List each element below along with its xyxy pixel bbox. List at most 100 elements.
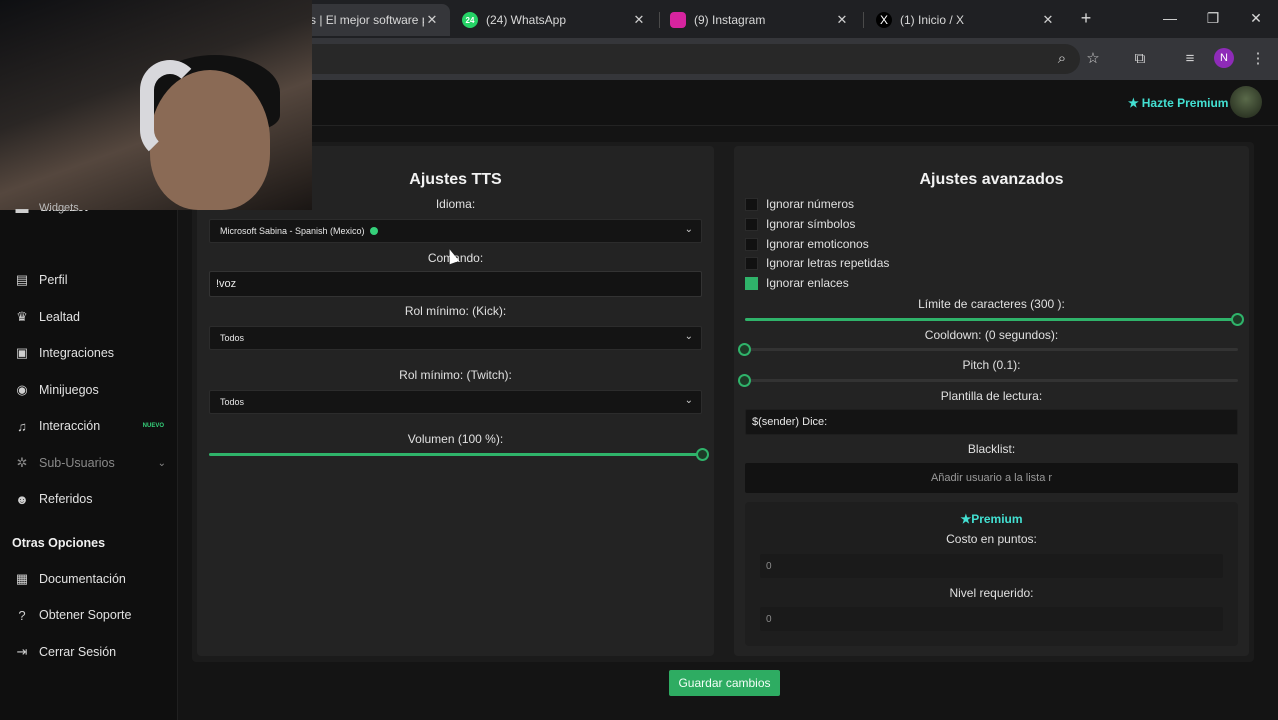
nivel-input[interactable]: 0 — [760, 607, 1223, 631]
sidebar-item-minijuegos[interactable]: ◉ Minijuegos — [0, 377, 178, 403]
sidebar-item-label: Cerrar Sesión — [39, 645, 117, 659]
sidebar-item-label: Widgets — [39, 202, 79, 214]
tab-title: s | El mejor software p — [310, 13, 424, 27]
costo-input[interactable]: 0 — [760, 554, 1223, 578]
rol-twitch-label: Rol mínimo: (Twitch): — [399, 368, 512, 382]
chevron-down-icon: ⌄ — [684, 224, 693, 235]
idioma-select[interactable]: Microsoft Sabina - Spanish (Mexico) ⌄ — [209, 219, 702, 243]
screen: s | El mejor software p ✕ 24 (24) WhatsA… — [0, 0, 1278, 720]
sidebar-item-soporte[interactable]: ? Obtener Soporte — [0, 602, 178, 628]
sidebar-item-referidos[interactable]: ☻ Referidos — [0, 486, 178, 512]
plantilla-input[interactable]: $(sender) Dice: — [745, 409, 1238, 435]
close-icon[interactable]: ✕ — [1040, 12, 1056, 28]
sidebar-item-label: Minijuegos — [39, 383, 99, 397]
sidebar-item-interaccion[interactable]: ♫ Interacción NUEVO — [0, 413, 178, 439]
slider-handle[interactable] — [696, 448, 709, 461]
user-avatar[interactable] — [1230, 86, 1262, 118]
rol-twitch-select[interactable]: Todos ⌄ — [209, 390, 702, 414]
ignorar-letras-checkbox[interactable]: Ignorar letras repetidas — [745, 256, 889, 270]
cooldown-slider[interactable] — [738, 343, 1238, 356]
headphones-icon — [140, 60, 200, 160]
new-badge: NUEVO — [142, 423, 164, 429]
id-card-icon: ▤ — [15, 272, 29, 287]
ignorar-enlaces-checkbox[interactable]: Ignorar enlaces — [745, 276, 849, 290]
checkbox-box-checked[interactable] — [745, 276, 758, 290]
plantilla-label: Plantilla de lectura: — [940, 389, 1043, 403]
checkbox-box[interactable] — [745, 217, 758, 231]
tab-whatsapp[interactable]: 24 (24) WhatsApp ✕ — [452, 4, 657, 36]
sidebar-item-integraciones[interactable]: ▣ Integraciones — [0, 340, 178, 366]
volumen-label: Volumen (100 %): — [407, 432, 504, 446]
profile-avatar[interactable]: N — [1214, 48, 1234, 68]
document-icon: ▦ — [15, 571, 29, 586]
menu-dots-icon[interactable]: ⋮ — [1247, 48, 1269, 70]
close-window-button[interactable]: ✕ — [1246, 8, 1266, 28]
limite-label: Límite de caracteres (300 ): — [918, 297, 1065, 311]
ignorar-simbolos-checkbox[interactable]: Ignorar símbolos — [745, 217, 855, 231]
media-control-icon[interactable]: ≡ — [1179, 48, 1201, 70]
widget-icon: ▬ — [15, 200, 29, 216]
volumen-slider[interactable] — [209, 448, 709, 461]
sidebar-item-perfil[interactable]: ▤ Perfil — [0, 267, 178, 293]
checkbox-box[interactable] — [745, 197, 758, 211]
checkbox-label: Ignorar emoticonos — [766, 237, 869, 251]
gamepad-icon: ◉ — [16, 382, 28, 397]
costo-label: Costo en puntos: — [946, 532, 1037, 546]
sidebar-item-label: Perfil — [39, 273, 68, 287]
restore-button[interactable]: ❐ — [1203, 8, 1223, 28]
bookmark-star-icon[interactable]: ☆ — [1082, 48, 1104, 70]
blacklist-input[interactable]: Añadir usuario a la lista r — [745, 463, 1238, 493]
extensions-icon[interactable]: ⧉ — [1129, 48, 1151, 70]
new-tab-button[interactable]: + — [1076, 8, 1096, 28]
slider-fill — [745, 318, 1238, 321]
blacklist-label: Blacklist: — [967, 442, 1016, 456]
checkbox-label: Ignorar números — [766, 197, 855, 211]
slider-handle[interactable] — [738, 343, 751, 356]
checkbox-box[interactable] — [745, 256, 758, 270]
minimize-button[interactable]: — — [1160, 8, 1180, 28]
status-dot-icon — [369, 227, 378, 235]
checkbox-label: Ignorar letras repetidas — [766, 256, 890, 270]
ignorar-numeros-checkbox[interactable]: Ignorar números — [745, 197, 854, 211]
sidebar-item-label: Sub-Usuarios — [39, 456, 115, 470]
slider-handle[interactable] — [738, 374, 751, 387]
rol-twitch-value: Todos — [220, 397, 245, 407]
pitch-label: Pitch (0.1): — [962, 358, 1021, 372]
ignorar-emoticonos-checkbox[interactable]: Ignorar emoticonos — [745, 237, 869, 251]
sidebar-item-label: Lealtad — [39, 310, 81, 324]
hazte-premium-link[interactable]: ★ Hazte Premium — [1128, 96, 1228, 110]
plug-icon: ▣ — [15, 345, 29, 360]
users-icon: ☻ — [15, 491, 29, 507]
tab-title: (9) Instagram — [694, 13, 766, 27]
close-icon[interactable]: ✕ — [834, 12, 850, 28]
tab-separator — [863, 12, 864, 28]
tab-instagram[interactable]: (9) Instagram ✕ — [660, 4, 860, 36]
close-icon[interactable]: ✕ — [424, 12, 440, 28]
slider-handle[interactable] — [1231, 313, 1244, 326]
advanced-title: Ajustes avanzados — [919, 171, 1064, 188]
pitch-slider[interactable] — [738, 374, 1238, 387]
idioma-value: Microsoft Sabina - Spanish (Mexico) — [220, 226, 365, 236]
sidebar-item-label: Obtener Soporte — [39, 608, 132, 622]
music-icon: ♫ — [17, 418, 27, 434]
tab-current[interactable]: s | El mejor software p ✕ — [300, 4, 450, 36]
rol-kick-value: Todos — [220, 333, 245, 343]
checkbox-box[interactable] — [745, 237, 758, 251]
tab-x[interactable]: X (1) Inicio / X ✕ — [866, 4, 1066, 36]
sidebar-item-documentacion[interactable]: ▦ Documentación — [0, 566, 178, 592]
close-icon[interactable]: ✕ — [631, 12, 647, 28]
save-button[interactable]: Guardar cambios — [669, 670, 780, 696]
webcam-overlay — [0, 0, 312, 210]
question-icon: ? — [18, 607, 26, 623]
comando-input[interactable]: !voz — [209, 271, 702, 297]
sidebar-item-label: Referidos — [39, 492, 93, 506]
limite-slider[interactable] — [745, 313, 1244, 326]
rol-kick-select[interactable]: Todos ⌄ — [209, 326, 702, 350]
sidebar-item-lealtad[interactable]: ♛ Lealtad — [0, 304, 178, 330]
sidebar-item-sub-usuarios[interactable]: ✲ Sub-Usuarios ⌄ — [0, 450, 178, 476]
sidebar-item-widgets-partial[interactable]: ▬ Widgets — [0, 200, 178, 216]
instagram-icon — [670, 12, 686, 28]
zoom-icon[interactable]: ⌕ — [1051, 48, 1073, 70]
sidebar-item-cerrar-sesion[interactable]: ⇥ Cerrar Sesión — [0, 639, 178, 665]
star-icon: ★ — [960, 512, 972, 526]
